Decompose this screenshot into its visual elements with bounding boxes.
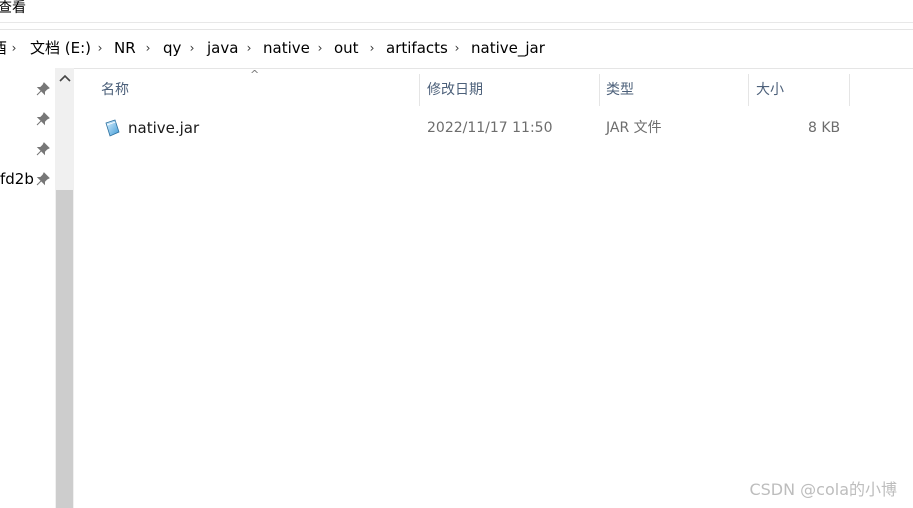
chevron-right-icon[interactable]: › (244, 38, 254, 58)
pin-icon[interactable] (36, 172, 50, 186)
pin-icon[interactable] (36, 82, 50, 96)
file-row[interactable]: native.jar 2022/11/17 11:50 JAR 文件 8 KB (95, 116, 855, 140)
file-size: 8 KB (808, 120, 841, 136)
breadcrumb-item[interactable]: out (334, 38, 359, 58)
breadcrumb-item[interactable]: native (263, 38, 310, 58)
jar-file-icon (105, 119, 120, 137)
chevron-right-icon[interactable]: › (367, 38, 377, 58)
column-header-size[interactable]: 大小 (749, 74, 849, 106)
scroll-thumb[interactable] (56, 190, 73, 508)
nav-scrollbar[interactable] (55, 68, 74, 508)
file-date-modified: 2022/11/17 11:50 (427, 120, 553, 136)
breadcrumb-item[interactable]: java (207, 38, 238, 58)
file-type: JAR 文件 (606, 120, 662, 136)
breadcrumb-item[interactable]: artifacts (386, 38, 448, 58)
file-list: ^ 名称 修改日期 类型 大小 native.jar 2022/11/17 11… (75, 68, 913, 508)
pin-icon[interactable] (36, 112, 50, 126)
chevron-right-icon[interactable]: › (187, 38, 197, 58)
chevron-right-icon[interactable]: › (452, 38, 462, 58)
file-name[interactable]: native.jar (128, 116, 199, 140)
pin-icon[interactable] (36, 142, 50, 156)
breadcrumb-item[interactable]: 文档 (E:) (30, 38, 91, 58)
breadcrumb-item[interactable]: qy (163, 38, 181, 58)
chevron-right-icon[interactable]: › (95, 38, 105, 58)
menu-view[interactable]: 查看 (0, 0, 26, 16)
chevron-right-icon[interactable]: › (315, 38, 325, 58)
column-divider[interactable] (849, 74, 850, 106)
file-explorer-window: 查看 酉 › 文档 (E:) › NR › qy › java › native… (0, 0, 913, 508)
watermark: CSDN @cola的小博 (749, 480, 897, 499)
scroll-up-icon[interactable] (55, 68, 74, 88)
address-bar[interactable]: 酉 › 文档 (E:) › NR › qy › java › native › … (0, 29, 913, 69)
breadcrumb-item-current[interactable]: native_jar (471, 38, 545, 58)
column-header-name[interactable]: 名称 (94, 74, 420, 106)
column-header-date[interactable]: 修改日期 (420, 74, 600, 106)
column-header-type[interactable]: 类型 (599, 74, 749, 106)
breadcrumb-item[interactable]: NR (114, 38, 136, 58)
menu-bar: 查看 (0, 0, 913, 23)
breadcrumb-fragment[interactable]: 酉 (0, 38, 7, 58)
nav-item-label[interactable]: fd2b (0, 169, 34, 189)
navigation-pane: fd2b (0, 68, 56, 508)
chevron-right-icon[interactable]: › (9, 38, 19, 58)
chevron-right-icon[interactable]: › (143, 38, 153, 58)
